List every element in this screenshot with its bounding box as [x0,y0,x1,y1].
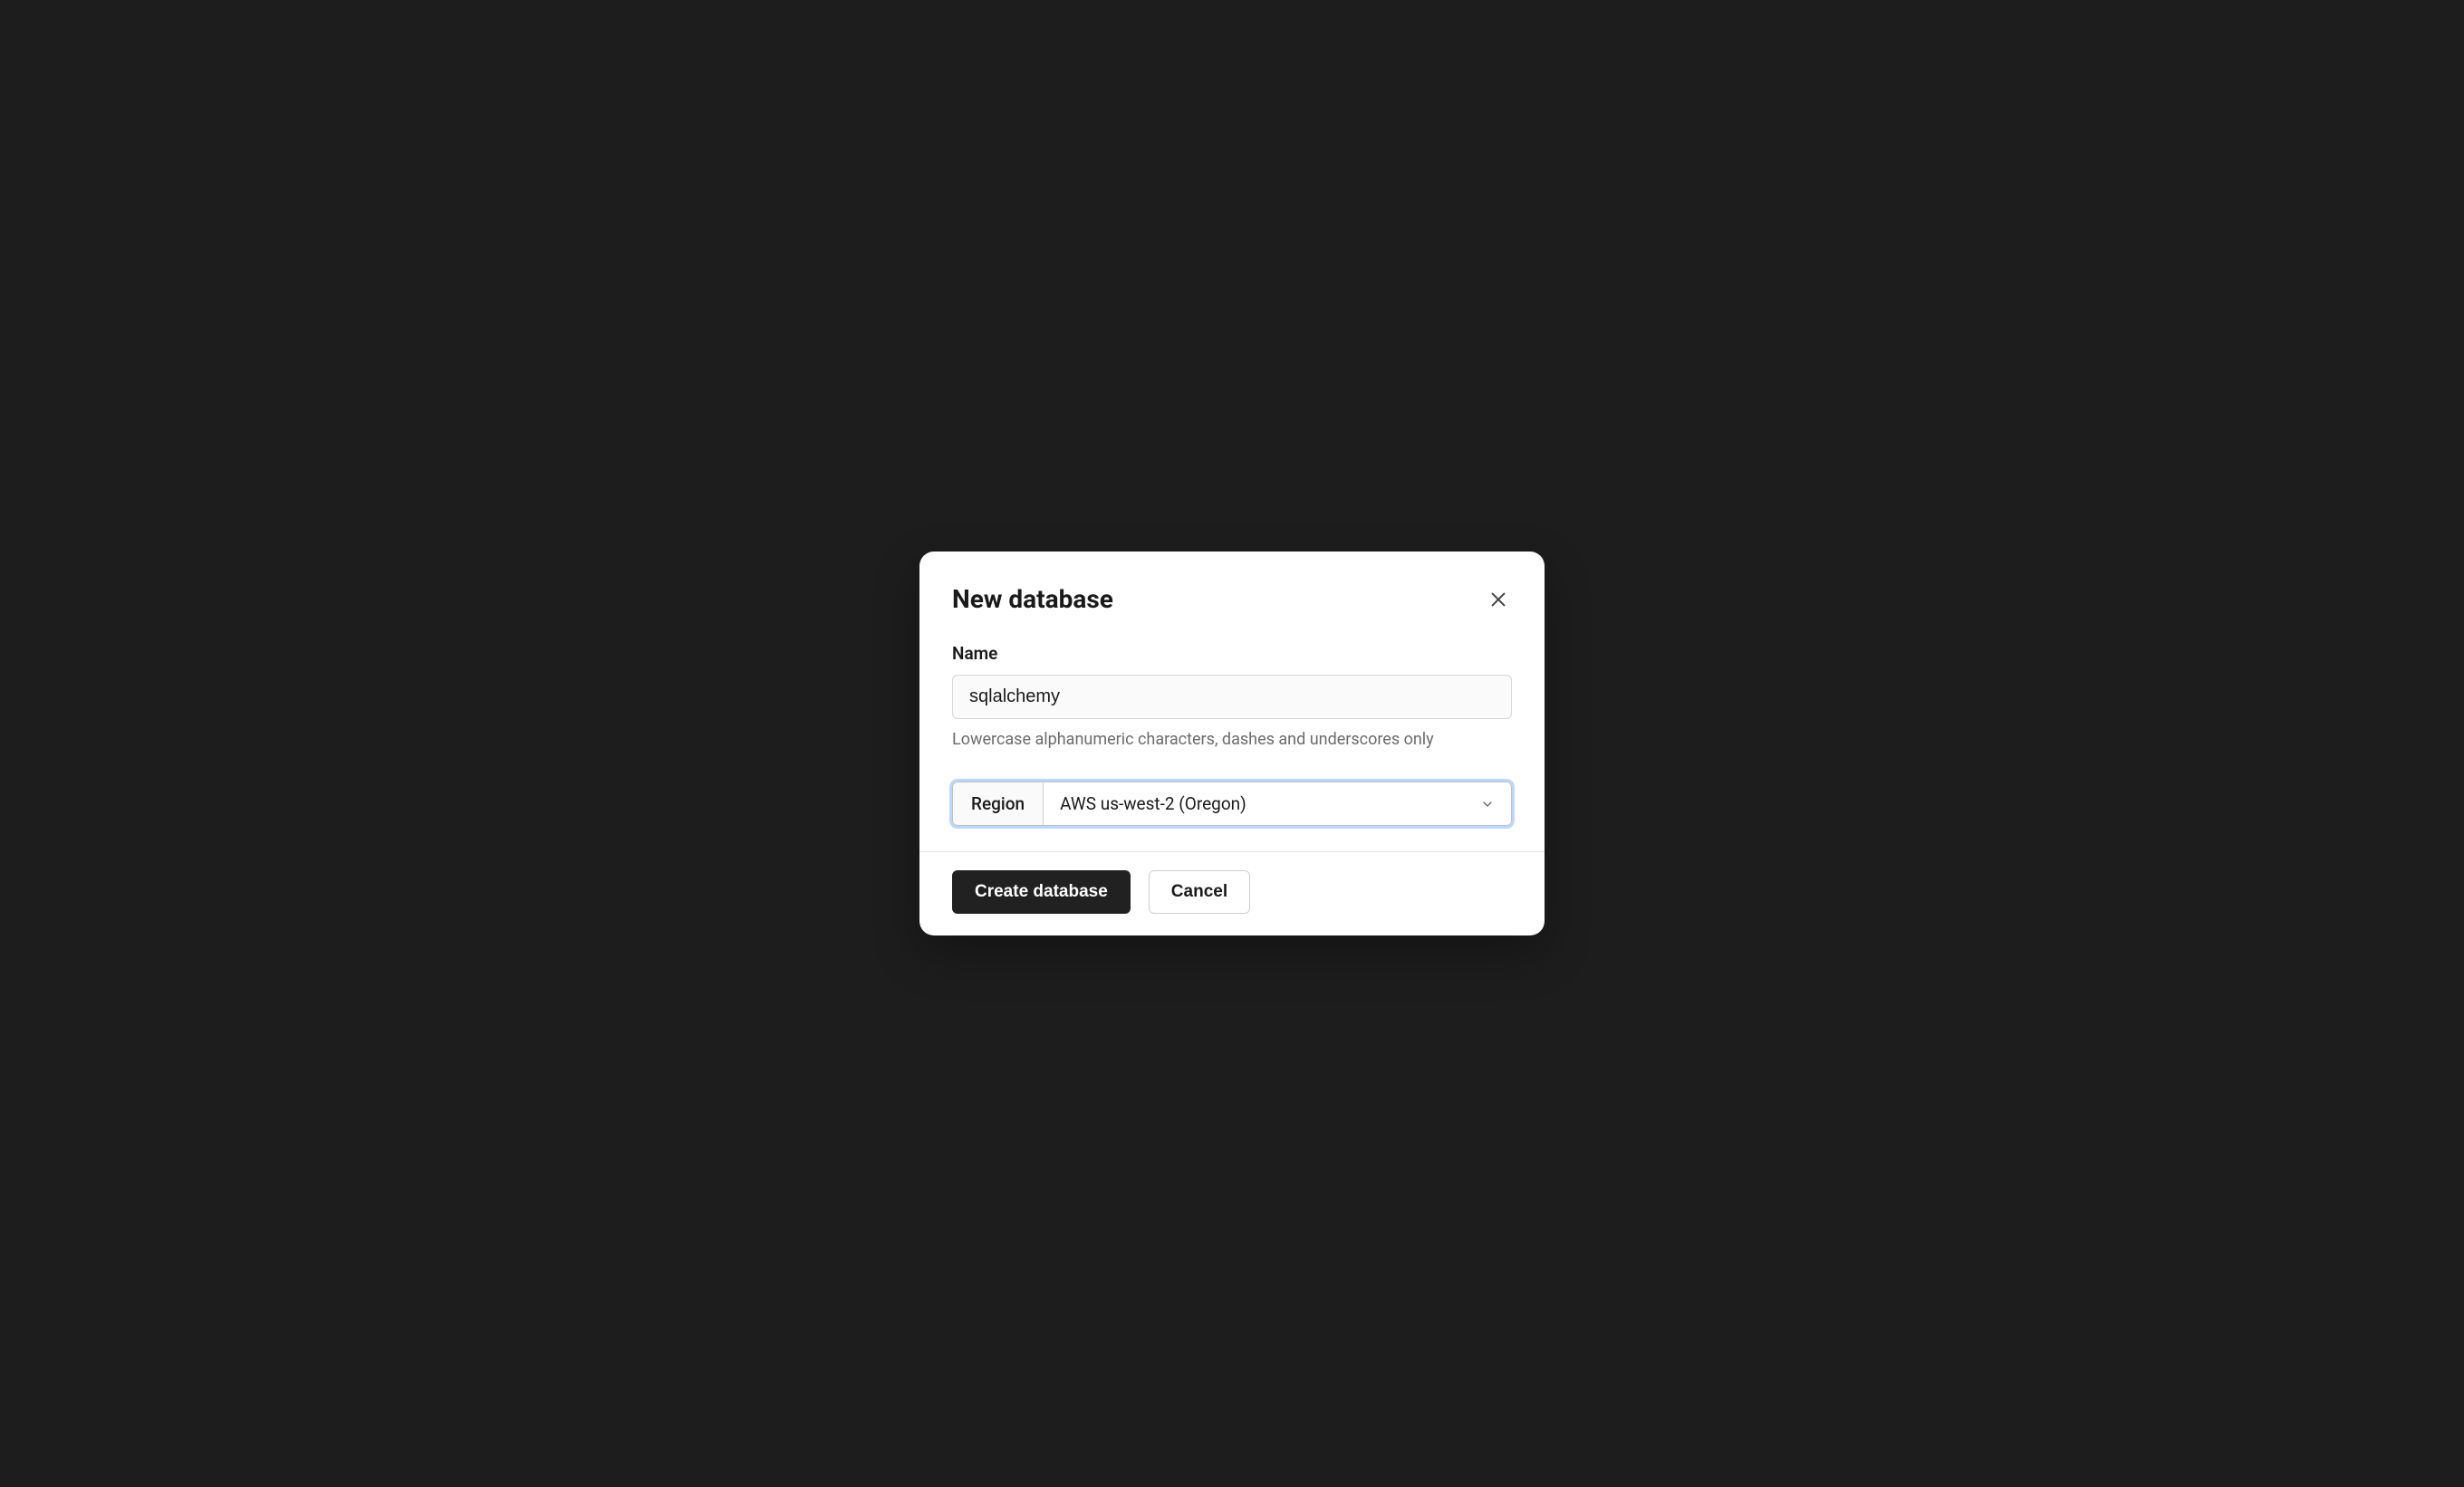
region-label: Region [953,782,1044,825]
modal-header: New database [952,584,1512,614]
region-select[interactable]: AWS us-west-2 (Oregon) [1044,782,1511,825]
create-database-button[interactable]: Create database [952,870,1131,914]
close-button[interactable] [1485,586,1512,613]
cancel-button[interactable]: Cancel [1149,870,1250,914]
region-selected-value: AWS us-west-2 (Oregon) [1060,793,1246,814]
close-icon [1488,590,1508,609]
new-database-modal: New database Name Lowercase alphanumeric… [919,552,1545,935]
modal-body: New database Name Lowercase alphanumeric… [919,552,1545,851]
name-input[interactable] [952,675,1512,719]
name-help-text: Lowercase alphanumeric characters, dashe… [952,730,1512,749]
modal-title: New database [952,584,1113,614]
chevron-down-icon [1480,797,1495,811]
modal-footer: Create database Cancel [919,851,1545,935]
region-field: Region AWS us-west-2 (Oregon) [952,782,1512,826]
name-label: Name [952,643,1512,664]
